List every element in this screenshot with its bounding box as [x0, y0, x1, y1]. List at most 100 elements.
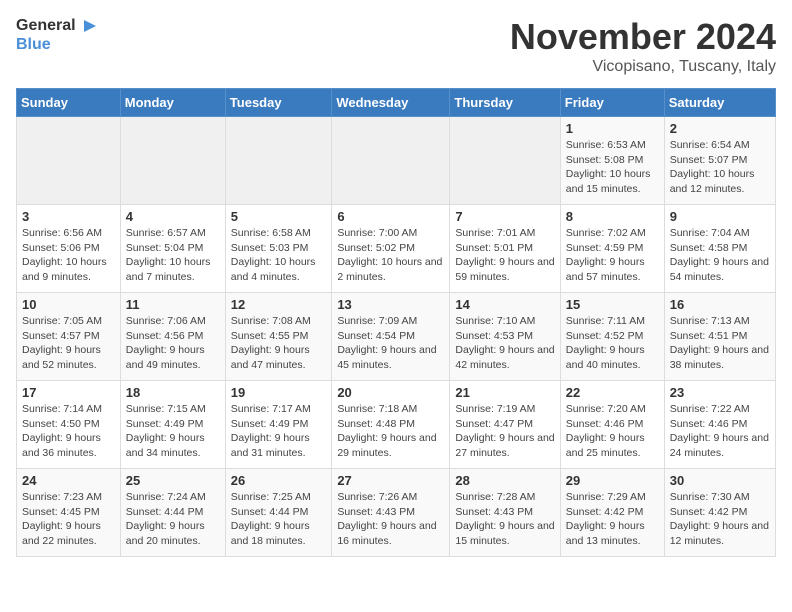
day-info: Sunrise: 6:57 AMSunset: 5:04 PMDaylight:…: [126, 226, 220, 285]
day-info: Sunrise: 7:11 AMSunset: 4:52 PMDaylight:…: [566, 314, 659, 373]
day-number: 11: [126, 297, 220, 312]
calendar-cell: [225, 117, 332, 205]
calendar-cell: 21Sunrise: 7:19 AMSunset: 4:47 PMDayligh…: [450, 381, 560, 469]
month-title: November 2024: [510, 16, 776, 58]
day-info: Sunrise: 7:28 AMSunset: 4:43 PMDaylight:…: [455, 490, 554, 549]
calendar-cell: 4 Sunrise: 6:57 AMSunset: 5:04 PMDaylight…: [120, 205, 225, 293]
calendar-cell: 24 Sunrise: 7:23 AMSunset: 4:45 PMDayligh…: [17, 469, 121, 557]
calendar-cell: 26 Sunrise: 7:25 AMSunset: 4:44 PMDayligh…: [225, 469, 332, 557]
day-info: Sunrise: 6:56 AMSunset: 5:06 PMDaylight:…: [22, 226, 115, 285]
weekday-header-saturday: Saturday: [664, 89, 775, 117]
weekday-header-friday: Friday: [560, 89, 664, 117]
header: General Blue November 2024 Vicopisano, T…: [16, 16, 776, 76]
day-info: Sunrise: 7:08 AMSunset: 4:55 PMDaylight:…: [231, 314, 327, 373]
day-number: 12: [231, 297, 327, 312]
day-info: Sunrise: 7:30 AMSunset: 4:42 PMDaylight:…: [670, 490, 770, 549]
calendar-cell: 30 Sunrise: 7:30 AMSunset: 4:42 PMDayligh…: [664, 469, 775, 557]
calendar-cell: 19 Sunrise: 7:17 AMSunset: 4:49 PMDayligh…: [225, 381, 332, 469]
calendar-cell: 23 Sunrise: 7:22 AMSunset: 4:46 PMDayligh…: [664, 381, 775, 469]
day-number: 24: [22, 473, 115, 488]
day-number: 20: [337, 385, 444, 400]
day-info: Sunrise: 7:18 AMSunset: 4:48 PMDaylight:…: [337, 402, 444, 461]
logo-arrow-icon: [80, 16, 100, 36]
calendar-cell: 9 Sunrise: 7:04 AMSunset: 4:58 PMDaylight…: [664, 205, 775, 293]
day-number: 18: [126, 385, 220, 400]
calendar-cell: [332, 117, 450, 205]
calendar-cell: 13Sunrise: 7:09 AMSunset: 4:54 PMDayligh…: [332, 293, 450, 381]
day-info: Sunrise: 7:00 AMSunset: 5:02 PMDaylight:…: [337, 226, 444, 285]
day-number: 5: [231, 209, 327, 224]
day-number: 6: [337, 209, 444, 224]
day-info: Sunrise: 7:10 AMSunset: 4:53 PMDaylight:…: [455, 314, 554, 373]
day-number: 27: [337, 473, 444, 488]
calendar-cell: 16 Sunrise: 7:13 AMSunset: 4:51 PMDayligh…: [664, 293, 775, 381]
day-number: 8: [566, 209, 659, 224]
calendar-week-row: 1Sunrise: 6:53 AMSunset: 5:08 PMDaylight…: [17, 117, 776, 205]
day-number: 19: [231, 385, 327, 400]
calendar-cell: [17, 117, 121, 205]
day-info: Sunrise: 7:29 AMSunset: 4:42 PMDaylight:…: [566, 490, 659, 549]
weekday-header-row: SundayMondayTuesdayWednesdayThursdayFrid…: [17, 89, 776, 117]
calendar-cell: 14 Sunrise: 7:10 AMSunset: 4:53 PMDayligh…: [450, 293, 560, 381]
day-number: 16: [670, 297, 770, 312]
calendar-cell: 12 Sunrise: 7:08 AMSunset: 4:55 PMDayligh…: [225, 293, 332, 381]
calendar-cell: 29 Sunrise: 7:29 AMSunset: 4:42 PMDayligh…: [560, 469, 664, 557]
day-info: Sunrise: 7:01 AMSunset: 5:01 PMDaylight:…: [455, 226, 554, 285]
day-number: 14: [455, 297, 554, 312]
day-info: Sunrise: 7:02 AMSunset: 4:59 PMDaylight:…: [566, 226, 659, 285]
day-info: Sunrise: 7:22 AMSunset: 4:46 PMDaylight:…: [670, 402, 770, 461]
calendar-cell: 18 Sunrise: 7:15 AMSunset: 4:49 PMDayligh…: [120, 381, 225, 469]
day-number: 23: [670, 385, 770, 400]
day-info: Sunrise: 7:25 AMSunset: 4:44 PMDaylight:…: [231, 490, 327, 549]
calendar-cell: [120, 117, 225, 205]
day-number: 10: [22, 297, 115, 312]
day-number: 3: [22, 209, 115, 224]
calendar-cell: 11 Sunrise: 7:06 AMSunset: 4:56 PMDayligh…: [120, 293, 225, 381]
day-info: Sunrise: 7:14 AMSunset: 4:50 PMDaylight:…: [22, 402, 115, 461]
calendar-cell: 17Sunrise: 7:14 AMSunset: 4:50 PMDayligh…: [17, 381, 121, 469]
day-number: 4: [126, 209, 220, 224]
day-number: 26: [231, 473, 327, 488]
weekday-header-wednesday: Wednesday: [332, 89, 450, 117]
day-number: 2: [670, 121, 770, 136]
calendar-cell: 6 Sunrise: 7:00 AMSunset: 5:02 PMDaylight…: [332, 205, 450, 293]
day-info: Sunrise: 7:17 AMSunset: 4:49 PMDaylight:…: [231, 402, 327, 461]
title-area: November 2024 Vicopisano, Tuscany, Italy: [510, 16, 776, 76]
day-number: 25: [126, 473, 220, 488]
calendar-cell: 7Sunrise: 7:01 AMSunset: 5:01 PMDaylight…: [450, 205, 560, 293]
day-info: Sunrise: 6:58 AMSunset: 5:03 PMDaylight:…: [231, 226, 327, 285]
day-info: Sunrise: 7:23 AMSunset: 4:45 PMDaylight:…: [22, 490, 115, 549]
calendar-week-row: 10Sunrise: 7:05 AMSunset: 4:57 PMDayligh…: [17, 293, 776, 381]
weekday-header-tuesday: Tuesday: [225, 89, 332, 117]
day-info: Sunrise: 7:19 AMSunset: 4:47 PMDaylight:…: [455, 402, 554, 461]
day-info: Sunrise: 7:20 AMSunset: 4:46 PMDaylight:…: [566, 402, 659, 461]
day-number: 22: [566, 385, 659, 400]
calendar-cell: 1Sunrise: 6:53 AMSunset: 5:08 PMDaylight…: [560, 117, 664, 205]
calendar-week-row: 24 Sunrise: 7:23 AMSunset: 4:45 PMDayligh…: [17, 469, 776, 557]
day-number: 15: [566, 297, 659, 312]
day-info: Sunrise: 7:15 AMSunset: 4:49 PMDaylight:…: [126, 402, 220, 461]
day-info: Sunrise: 7:04 AMSunset: 4:58 PMDaylight:…: [670, 226, 770, 285]
weekday-header-sunday: Sunday: [17, 89, 121, 117]
day-number: 13: [337, 297, 444, 312]
day-info: Sunrise: 7:06 AMSunset: 4:56 PMDaylight:…: [126, 314, 220, 373]
day-number: 30: [670, 473, 770, 488]
calendar-cell: 20 Sunrise: 7:18 AMSunset: 4:48 PMDayligh…: [332, 381, 450, 469]
day-info: Sunrise: 7:13 AMSunset: 4:51 PMDaylight:…: [670, 314, 770, 373]
calendar-week-row: 3 Sunrise: 6:56 AMSunset: 5:06 PMDaylight…: [17, 205, 776, 293]
calendar-cell: 10Sunrise: 7:05 AMSunset: 4:57 PMDayligh…: [17, 293, 121, 381]
calendar-cell: 2 Sunrise: 6:54 AMSunset: 5:07 PMDaylight…: [664, 117, 775, 205]
calendar-cell: 25Sunrise: 7:24 AMSunset: 4:44 PMDayligh…: [120, 469, 225, 557]
day-info: Sunrise: 6:53 AMSunset: 5:08 PMDaylight:…: [566, 138, 659, 197]
day-number: 9: [670, 209, 770, 224]
day-number: 29: [566, 473, 659, 488]
calendar-cell: 28Sunrise: 7:28 AMSunset: 4:43 PMDayligh…: [450, 469, 560, 557]
calendar-cell: 3 Sunrise: 6:56 AMSunset: 5:06 PMDaylight…: [17, 205, 121, 293]
calendar-week-row: 17Sunrise: 7:14 AMSunset: 4:50 PMDayligh…: [17, 381, 776, 469]
day-info: Sunrise: 6:54 AMSunset: 5:07 PMDaylight:…: [670, 138, 770, 197]
calendar-cell: 5 Sunrise: 6:58 AMSunset: 5:03 PMDaylight…: [225, 205, 332, 293]
calendar-cell: 27Sunrise: 7:26 AMSunset: 4:43 PMDayligh…: [332, 469, 450, 557]
weekday-header-thursday: Thursday: [450, 89, 560, 117]
calendar-cell: 8 Sunrise: 7:02 AMSunset: 4:59 PMDaylight…: [560, 205, 664, 293]
logo: General Blue: [16, 16, 100, 54]
